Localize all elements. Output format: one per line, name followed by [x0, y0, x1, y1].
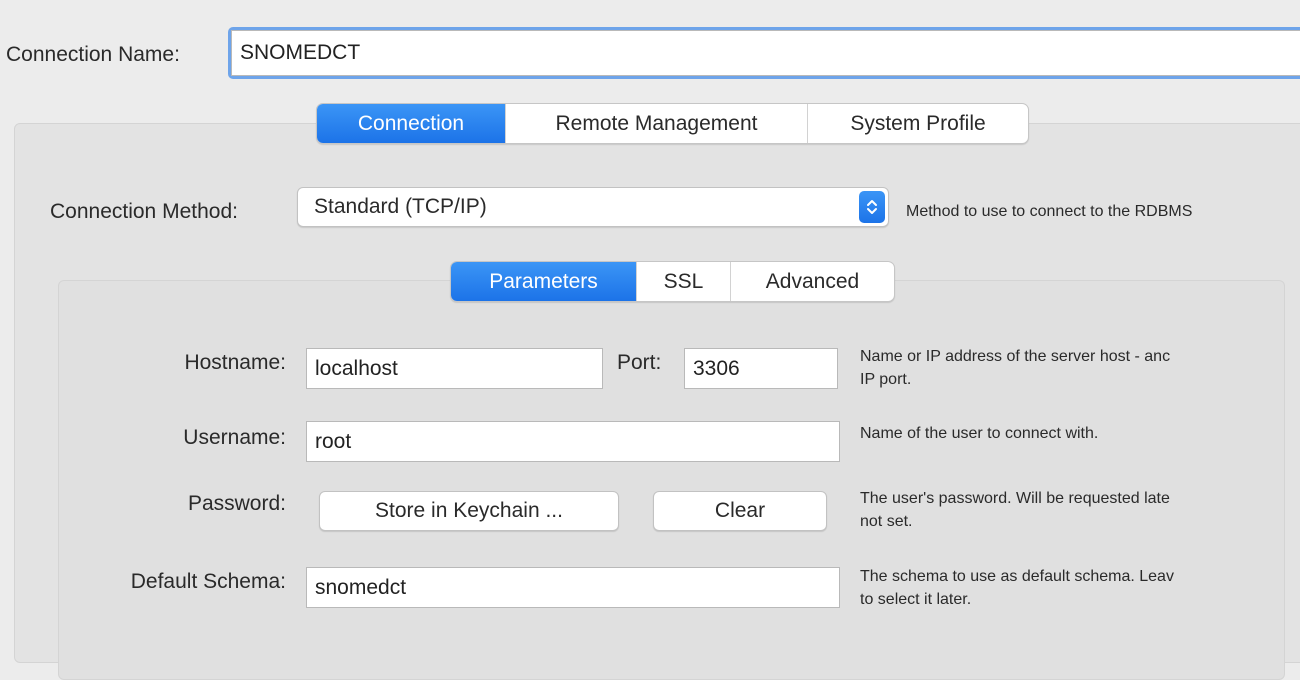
connection-name-label: Connection Name:	[6, 43, 180, 66]
connection-method-value: Standard (TCP/IP)	[314, 195, 487, 218]
connection-method-label: Connection Method:	[50, 200, 238, 223]
tab-ssl-label: SSL	[663, 269, 704, 293]
username-hint: Name of the user to connect with.	[860, 422, 1300, 445]
tab-parameters[interactable]: Parameters	[451, 262, 636, 301]
hostname-label: Hostname:	[184, 351, 286, 374]
default-schema-hint-line-1: The schema to use as default schema. Lea…	[860, 568, 1174, 585]
parameter-tabs: Parameters SSL Advanced	[450, 261, 895, 302]
default-schema-input[interactable]: snomedct	[306, 567, 840, 608]
connection-method-hint: Method to use to connect to the RDBMS	[906, 203, 1193, 220]
default-schema-hint-line-2: to select it later.	[860, 591, 972, 608]
connection-name-input[interactable]: SNOMEDCT	[231, 30, 1300, 76]
username-input[interactable]: root	[306, 421, 840, 462]
default-schema-value: snomedct	[315, 575, 407, 599]
default-schema-hint: The schema to use as default schema. Lea…	[860, 565, 1300, 611]
username-hint-line-1: Name of the user to connect with.	[860, 425, 1099, 442]
hostname-value: localhost	[315, 356, 398, 380]
tab-system-profile-label: System Profile	[850, 111, 986, 135]
username-label: Username:	[183, 426, 286, 449]
port-value: 3306	[693, 356, 740, 380]
tab-parameters-label: Parameters	[489, 269, 598, 293]
connection-name-value: SNOMEDCT	[240, 41, 361, 64]
store-in-keychain-button-label: Store in Keychain ...	[375, 499, 563, 522]
hostname-input[interactable]: localhost	[306, 348, 603, 389]
password-hint-line-2: not set.	[860, 513, 913, 530]
default-schema-label: Default Schema:	[130, 570, 286, 593]
connection-method-select[interactable]: Standard (TCP/IP)	[297, 187, 889, 227]
hostname-hint: Name or IP address of the server host - …	[860, 345, 1300, 391]
port-label: Port:	[617, 351, 662, 374]
hostname-hint-line-1: Name or IP address of the server host - …	[860, 348, 1171, 365]
tab-system-profile[interactable]: System Profile	[807, 104, 1028, 143]
store-in-keychain-button[interactable]: Store in Keychain ...	[319, 491, 619, 531]
username-value: root	[315, 429, 352, 453]
tab-ssl[interactable]: SSL	[636, 262, 730, 301]
tab-advanced-label: Advanced	[765, 269, 860, 293]
port-input[interactable]: 3306	[684, 348, 838, 389]
tab-remote-management[interactable]: Remote Management	[505, 104, 807, 143]
tab-remote-management-label: Remote Management	[555, 111, 758, 135]
clear-password-button[interactable]: Clear	[653, 491, 827, 531]
tab-connection[interactable]: Connection	[317, 104, 505, 143]
tab-advanced[interactable]: Advanced	[730, 262, 894, 301]
password-hint: The user's password. Will be requested l…	[860, 487, 1300, 533]
chevron-updown-icon	[859, 191, 885, 223]
password-label: Password:	[187, 492, 286, 515]
clear-password-button-label: Clear	[714, 499, 766, 522]
tab-connection-label: Connection	[357, 111, 465, 135]
connection-tabs: Connection Remote Management System Prof…	[316, 103, 1029, 144]
password-hint-line-1: The user's password. Will be requested l…	[860, 490, 1170, 507]
parameters-panel	[58, 280, 1285, 680]
hostname-hint-line-2: IP port.	[860, 371, 912, 388]
